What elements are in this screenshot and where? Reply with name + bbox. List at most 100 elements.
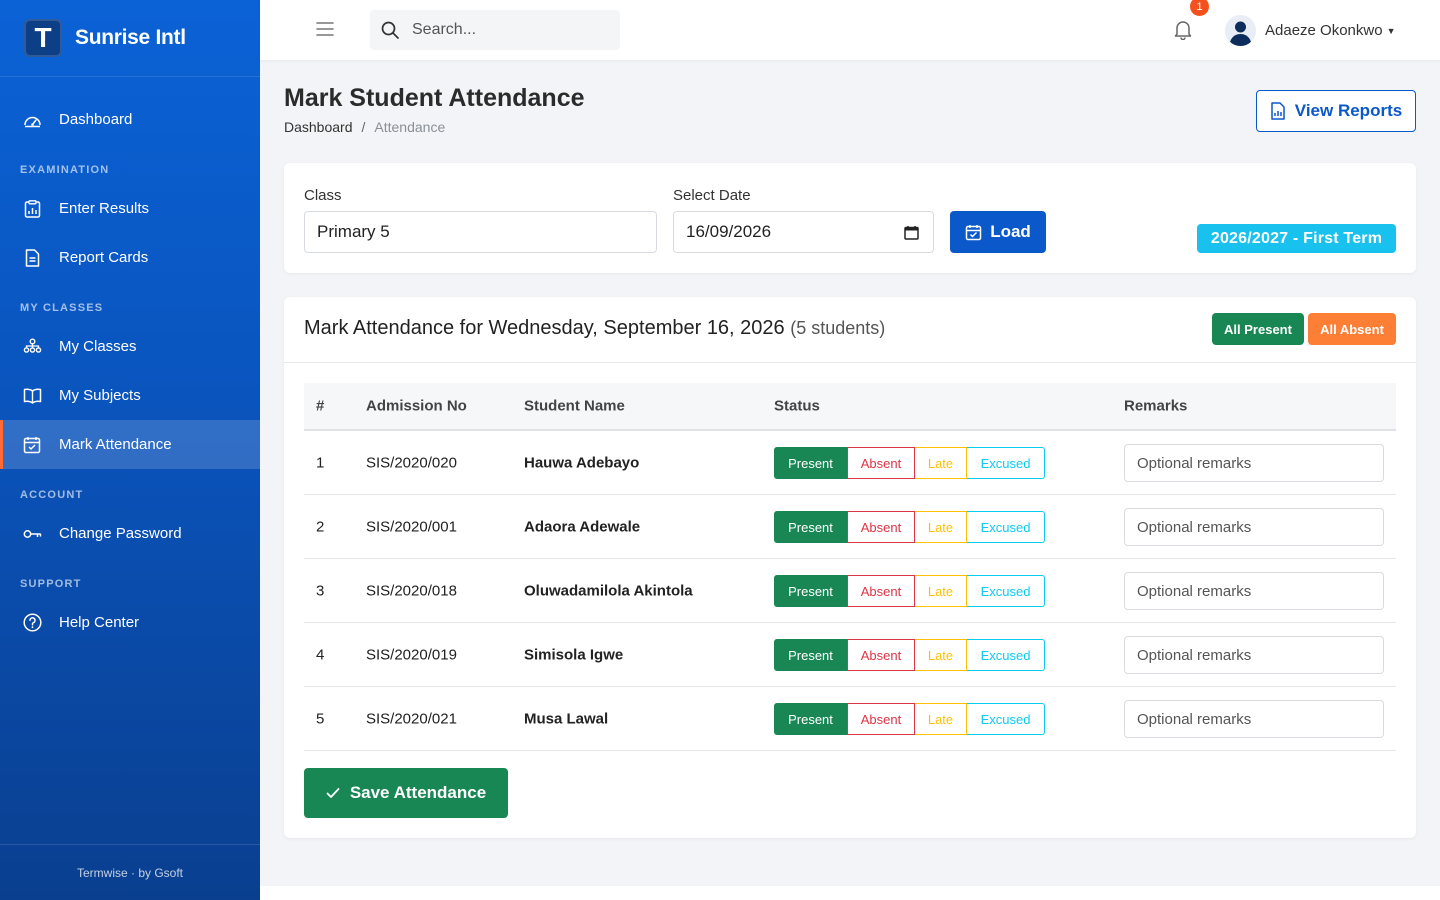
column-header: #	[316, 397, 325, 415]
save-attendance-label: Save Attendance	[349, 783, 487, 802]
page-title: Mark Student Attendance	[284, 84, 585, 112]
sidebar-section-account: ACCOUNT	[20, 489, 84, 501]
table-body: 1 SIS/2020/020 Hauwa Adebayo Present Absent L…	[304, 431, 1396, 751]
page-footer-bar	[260, 886, 1440, 900]
notification-bell-icon[interactable]	[1172, 18, 1194, 41]
remarks-input[interactable]	[1124, 636, 1384, 674]
breadcrumb: Dashboard / Attendance	[284, 119, 445, 135]
sidebar-item-label: Dashboard	[59, 111, 133, 128]
view-reports-button[interactable]: View Reports	[1256, 90, 1416, 132]
sidebar-nav: Dashboard EXAMINATION Enter Results Report …	[0, 77, 260, 647]
view-reports-label: View Reports	[1294, 101, 1403, 120]
brand-logo: T	[24, 19, 62, 57]
sidebar-item-label: Enter Results	[59, 200, 150, 217]
sidebar-item-my-subjects[interactable]: My Subjects	[0, 371, 260, 420]
student-name: Hauwa Adebayo	[524, 454, 640, 471]
sidebar-section-my-classes: MY CLASSES	[20, 302, 104, 314]
calendar-check-icon	[22, 435, 42, 455]
admission-number: SIS/2020/021	[366, 710, 457, 727]
menu-toggle-icon[interactable]	[316, 20, 334, 38]
class-select[interactable]: Primary 5	[304, 211, 657, 253]
status-present-button[interactable]: Present	[774, 639, 847, 671]
remarks-input[interactable]	[1124, 572, 1384, 610]
table-row: 5 SIS/2020/021 Musa Lawal Present Absent Late…	[304, 687, 1396, 751]
column-header: Student Name	[524, 397, 625, 415]
sidebar-item-label: Change Password	[59, 525, 182, 542]
student-name: Simisola Igwe	[524, 646, 624, 663]
save-attendance-button[interactable]: Save Attendance	[304, 768, 508, 818]
status-present-button[interactable]: Present	[774, 575, 847, 607]
filter-card: Class Primary 5 Select Date 16/09/2026 L…	[284, 163, 1416, 273]
breadcrumb-home[interactable]: Dashboard	[284, 119, 353, 135]
status-late-button[interactable]: Late	[915, 639, 967, 671]
sidebar-item-report-cards[interactable]: Report Cards	[0, 233, 260, 282]
status-excused-button[interactable]: Excused	[967, 511, 1045, 543]
admission-number: SIS/2020/018	[366, 582, 457, 599]
column-header: Remarks	[1124, 397, 1188, 415]
status-late-button[interactable]: Late	[915, 575, 967, 607]
report-card-icon	[22, 248, 42, 268]
help-icon	[22, 613, 42, 633]
key-icon	[22, 524, 42, 544]
brand[interactable]: T Sunrise Intl	[0, 0, 260, 77]
breadcrumb-separator: /	[361, 119, 366, 135]
sidebar-item-dashboard[interactable]: Dashboard	[0, 95, 260, 144]
status-late-button[interactable]: Late	[915, 447, 967, 479]
all-present-button[interactable]: All Present	[1212, 313, 1304, 345]
status-present-button[interactable]: Present	[774, 703, 847, 735]
sidebar-item-enter-results[interactable]: Enter Results	[0, 184, 260, 233]
status-late-button[interactable]: Late	[915, 703, 967, 735]
sidebar-footer: Termwise · by Gsoft	[0, 844, 260, 900]
classes-icon	[22, 337, 42, 357]
table-row: 2 SIS/2020/001 Adaora Adewale Present Absent…	[304, 495, 1396, 559]
admission-number: SIS/2020/001	[366, 518, 457, 535]
status-absent-button[interactable]: Absent	[847, 447, 915, 479]
row-number: 2	[316, 518, 325, 535]
remarks-input[interactable]	[1124, 700, 1384, 738]
notification-badge: 1	[1190, 0, 1209, 16]
status-absent-button[interactable]: Absent	[847, 511, 915, 543]
student-count: (5 students)	[790, 318, 886, 338]
sidebar: T Sunrise Intl Dashboard EXAMINATION Enter…	[0, 0, 260, 900]
sidebar-item-change-password[interactable]: Change Password	[0, 509, 260, 558]
status-present-button[interactable]: Present	[774, 447, 847, 479]
sidebar-item-my-classes[interactable]: My Classes	[0, 322, 260, 371]
date-input[interactable]: 16/09/2026	[673, 211, 934, 253]
admission-number: SIS/2020/020	[366, 454, 457, 471]
status-excused-button[interactable]: Excused	[967, 447, 1045, 479]
calendar-icon[interactable]	[904, 225, 919, 240]
sidebar-item-label: My Subjects	[59, 387, 141, 404]
sidebar-item-label: Help Center	[59, 614, 140, 631]
report-file-icon	[1270, 102, 1286, 120]
sidebar-item-help-center[interactable]: Help Center	[0, 598, 260, 647]
all-absent-button[interactable]: All Absent	[1308, 313, 1396, 345]
status-toggle-group: Present Absent Late Excused	[774, 703, 1045, 735]
row-number: 1	[316, 454, 325, 471]
status-toggle-group: Present Absent Late Excused	[774, 511, 1045, 543]
sidebar-item-label: Mark Attendance	[59, 436, 172, 453]
sidebar-item-mark-attendance[interactable]: Mark Attendance	[0, 420, 260, 469]
remarks-input[interactable]	[1124, 508, 1384, 546]
remarks-input[interactable]	[1124, 444, 1384, 482]
sidebar-section-support: SUPPORT	[20, 578, 82, 590]
search-input[interactable]	[412, 21, 592, 39]
user-name: Adaeze Okonkwo	[1265, 22, 1383, 39]
status-late-button[interactable]: Late	[915, 511, 967, 543]
load-button[interactable]: Load	[950, 211, 1046, 253]
status-present-button[interactable]: Present	[774, 511, 847, 543]
status-absent-button[interactable]: Absent	[847, 703, 915, 735]
class-label: Class	[304, 187, 342, 204]
status-excused-button[interactable]: Excused	[967, 639, 1045, 671]
load-label: Load	[990, 222, 1031, 241]
calendar-check-icon	[965, 224, 982, 241]
status-absent-button[interactable]: Absent	[847, 639, 915, 671]
user-menu[interactable]: Adaeze Okonkwo ▼	[1225, 15, 1396, 46]
student-name: Musa Lawal	[524, 710, 609, 727]
status-absent-button[interactable]: Absent	[847, 575, 915, 607]
avatar	[1225, 15, 1256, 46]
status-toggle-group: Present Absent Late Excused	[774, 447, 1045, 479]
status-excused-button[interactable]: Excused	[967, 575, 1045, 607]
search-box	[370, 10, 620, 50]
status-excused-button[interactable]: Excused	[967, 703, 1045, 735]
attendance-title: Mark Attendance for Wednesday, September…	[304, 317, 885, 340]
